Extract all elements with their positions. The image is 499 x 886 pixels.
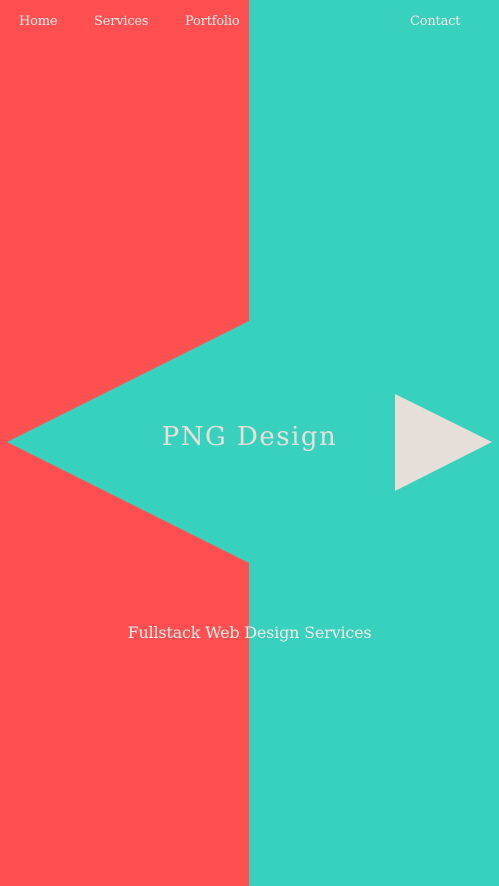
top-navigation: Home Services Portfolio Contact [0, 0, 499, 44]
nav-contact-link[interactable]: Contact [410, 14, 460, 29]
hero-subtitle: Fullstack Web Design Services [127, 623, 372, 642]
play-arrow-icon[interactable] [395, 394, 492, 491]
play-arrow-triangle [395, 394, 492, 491]
nav-home-link[interactable]: Home [19, 14, 58, 29]
nav-services-link[interactable]: Services [94, 14, 149, 29]
nav-portfolio-link[interactable]: Portfolio [185, 14, 240, 29]
